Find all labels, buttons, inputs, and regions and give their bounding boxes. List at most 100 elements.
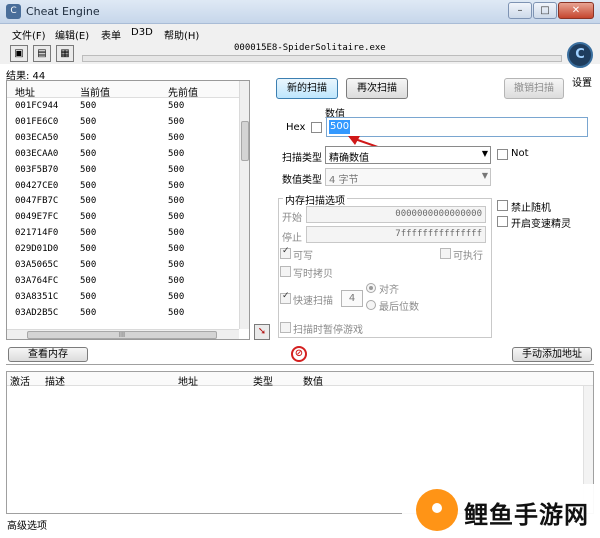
table-row[interactable]: 03AD2B5C 500 500 (7, 307, 239, 323)
column-description[interactable]: 描述 (45, 373, 65, 388)
undo-scan-button[interactable]: 撤销扫描 (504, 78, 564, 99)
disable-random-label: 禁止随机 (511, 203, 551, 214)
cheat-engine-logo-icon[interactable]: C (567, 42, 593, 68)
scan-type-select[interactable]: 精确数值 ▼ (325, 146, 491, 164)
not-checkbox[interactable] (497, 149, 508, 160)
pause-game-checkbox[interactable] (280, 322, 291, 333)
minimize-button[interactable]: – (508, 2, 532, 19)
writable-checkbox[interactable] (280, 246, 291, 259)
menu-d3d[interactable]: D3D (131, 27, 153, 38)
table-row[interactable]: 0049E7FC 500 500 (7, 211, 239, 227)
scan-progress-bar (82, 55, 562, 62)
stop-label: 停止 (282, 233, 302, 244)
table-row[interactable]: 03A764FC 500 500 (7, 275, 239, 291)
stop-icon[interactable]: ⊘ (291, 346, 307, 362)
settings-label[interactable]: 设置 (572, 74, 592, 89)
column-current-value[interactable]: 当前值 (80, 84, 110, 99)
alignment-label: 对齐 (379, 285, 399, 296)
fast-scan-label: 快速扫描 (293, 296, 333, 307)
current-value-cell: 500 (80, 212, 97, 223)
first-scan-button[interactable]: 新的扫描 (276, 78, 338, 99)
address-list[interactable]: 地址 当前值 先前值 001FC944 500 500 001FE6C0 500 500 0… (6, 80, 250, 340)
current-value-cell: 500 (80, 244, 97, 255)
start-address-field[interactable]: 0000000000000000 (306, 206, 486, 223)
table-row[interactable]: 001FC944 500 500 (7, 100, 239, 116)
close-button[interactable]: ✕ (558, 2, 594, 19)
fast-scan-alignment-field[interactable]: 4 (341, 290, 363, 307)
previous-value-cell: 500 (168, 164, 185, 175)
view-memory-button[interactable]: 查看内存 (8, 347, 88, 362)
table-row[interactable]: 003ECA50 500 500 (7, 132, 239, 148)
maximize-button[interactable]: □ (533, 2, 557, 19)
add-to-table-arrow-icon[interactable]: ➘ (254, 324, 270, 340)
pause-game-label: 扫描时暂停游戏 (293, 325, 363, 336)
table-row[interactable]: 0047FB7C 500 500 (7, 195, 239, 211)
previous-value-cell: 500 (168, 212, 185, 223)
hex-label: Hex (286, 122, 306, 133)
scan-type-label: 扫描类型 (282, 153, 322, 164)
advanced-options-link[interactable]: 高级选项 (7, 517, 47, 532)
value-type-select[interactable]: 4 字节 ▼ (325, 168, 491, 186)
address-list-hscrollbar[interactable]: III (7, 329, 239, 339)
menu-table[interactable]: 表单 (101, 27, 121, 42)
chevron-down-icon: ▼ (481, 149, 488, 158)
current-value-cell: 500 (80, 132, 97, 143)
splitter[interactable] (6, 364, 594, 366)
floppy-disk-icon[interactable]: ▦ (56, 45, 74, 62)
computer-icon[interactable]: ▣ (10, 45, 28, 62)
menu-help[interactable]: 帮助(H) (164, 27, 199, 42)
enable-speedhack-label: 开启变速精灵 (511, 219, 571, 230)
next-scan-button[interactable]: 再次扫描 (346, 78, 408, 99)
stop-address-field[interactable]: 7fffffffffffffff (306, 226, 486, 243)
table-row[interactable]: 021714F0 500 500 (7, 227, 239, 243)
column-address[interactable]: 地址 (15, 84, 35, 99)
address-list-vscrollbar[interactable] (239, 81, 249, 329)
table-row[interactable]: 00427CE0 500 500 (7, 180, 239, 196)
copy-on-write-checkbox[interactable] (280, 266, 291, 277)
executable-label: 可执行 (453, 251, 483, 262)
address-cell: 03AD2B5C (15, 307, 59, 318)
table-row[interactable]: 03A5065C 500 500 (7, 259, 239, 275)
add-address-manually-button[interactable]: 手动添加地址 (512, 347, 592, 362)
menu-edit[interactable]: 编辑(E) (55, 27, 89, 42)
process-name: 000015E8-SpiderSolitaire.exe (234, 43, 386, 53)
address-cell: 03A764FC (15, 275, 59, 286)
address-cell: 03A5065C (15, 260, 59, 270)
value-type-label: 数值类型 (282, 175, 322, 186)
window-title: Cheat Engine (26, 5, 100, 18)
watermark-text: 鲤鱼手游网 (464, 501, 589, 529)
hex-checkbox[interactable] (311, 122, 322, 133)
menu-file[interactable]: 文件(F) (12, 27, 46, 42)
table-row[interactable]: 029D01D0 500 500 (7, 243, 239, 259)
hscroll-thumb[interactable]: III (27, 331, 217, 339)
column-cheat-address[interactable]: 地址 (178, 373, 198, 388)
column-value[interactable]: 数值 (303, 373, 323, 388)
enable-speedhack-checkbox[interactable] (497, 216, 508, 227)
fast-scan-checkbox[interactable] (280, 291, 291, 304)
table-row[interactable]: 03A8351C 500 500 (7, 291, 239, 307)
current-value-cell: 500 (80, 228, 97, 239)
column-active[interactable]: 激活 (10, 373, 30, 388)
folder-icon[interactable]: ▤ (33, 45, 51, 62)
executable-checkbox[interactable] (440, 248, 451, 259)
current-value-cell: 500 (80, 260, 97, 270)
disable-random-checkbox[interactable] (497, 200, 508, 211)
previous-value-cell: 500 (168, 291, 185, 302)
table-row[interactable]: 003ECAA0 500 500 (7, 148, 239, 164)
toolbar: ▣ ▤ ▦ 000015E8-SpiderSolitaire.exe (0, 42, 600, 64)
current-value-cell: 500 (80, 101, 97, 111)
column-previous-value[interactable]: 先前值 (168, 84, 198, 99)
chevron-down-icon: ▼ (481, 171, 488, 180)
previous-value-cell: 500 (168, 275, 185, 286)
previous-value-cell: 500 (168, 260, 185, 270)
alignment-radio[interactable] (366, 283, 376, 293)
last-digits-radio[interactable] (366, 300, 376, 310)
table-row[interactable]: 003F5B70 500 500 (7, 164, 239, 180)
address-cell: 03A8351C (15, 291, 59, 302)
title-bar: C Cheat Engine – □ ✕ (0, 0, 600, 24)
column-type[interactable]: 类型 (253, 373, 273, 388)
copy-on-write-label: 写时拷贝 (293, 269, 333, 280)
current-value-cell: 500 (80, 307, 97, 318)
vscroll-thumb[interactable] (241, 121, 249, 161)
table-row[interactable]: 001FE6C0 500 500 (7, 116, 239, 132)
